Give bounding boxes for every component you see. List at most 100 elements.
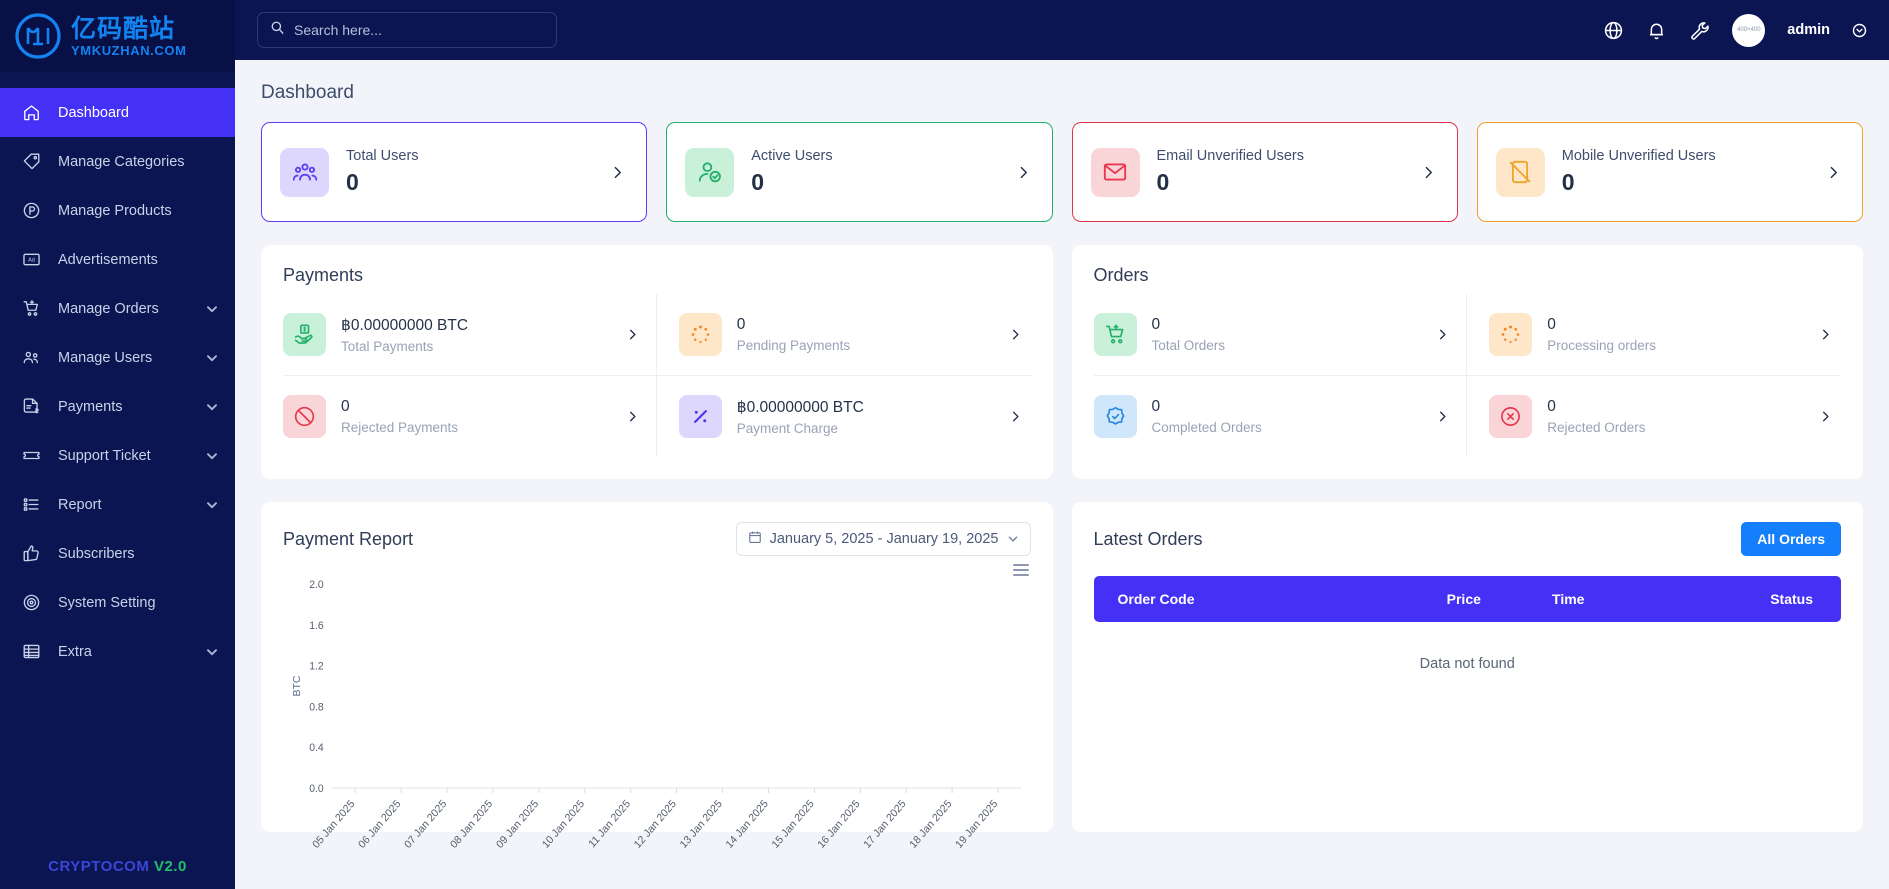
stat-card-total-users[interactable]: Total Users 0	[261, 122, 648, 222]
bell-icon[interactable]	[1646, 20, 1667, 41]
x-circle-icon	[1489, 395, 1533, 438]
sidebar-item-manage-orders[interactable]: Manage Orders	[0, 284, 235, 333]
brand-logo[interactable]: 亿码酷站 YMKUZHAN.COM	[0, 0, 235, 72]
chevron-right-icon[interactable]	[1435, 327, 1450, 342]
sidebar-item-extra[interactable]: Extra	[0, 627, 235, 676]
orders-cell-total-orders[interactable]: 0 Total Orders	[1093, 294, 1468, 376]
svg-text:08 Jan 2025: 08 Jan 2025	[448, 798, 495, 851]
svg-text:0.4: 0.4	[309, 742, 323, 754]
chevron-down-icon[interactable]	[205, 400, 219, 414]
orders-cell-rejected-orders[interactable]: 0 Rejected Orders	[1467, 376, 1841, 457]
latest-orders-title: Latest Orders	[1093, 528, 1203, 549]
sidebar-item-label: Report	[58, 496, 102, 513]
invoice-icon	[20, 396, 42, 418]
column-header: Price	[1410, 576, 1518, 622]
payments-cell-rejected-payments[interactable]: 0 Rejected Payments	[283, 376, 657, 457]
app-root: 亿码酷站 YMKUZHAN.COM Dashboard Manage Categ…	[0, 0, 1889, 889]
orders-cell-processing-orders[interactable]: 0 Processing orders	[1467, 294, 1841, 376]
svg-text:09 Jan 2025: 09 Jan 2025	[494, 798, 541, 851]
chevron-right-icon[interactable]	[1015, 164, 1032, 181]
chevron-right-icon[interactable]	[1818, 409, 1833, 424]
chevron-right-icon[interactable]	[1420, 164, 1437, 181]
chevron-down-icon[interactable]	[1852, 23, 1867, 38]
page-title: Dashboard	[261, 82, 354, 103]
orders-cell-completed-orders[interactable]: 0 Completed Orders	[1093, 376, 1468, 457]
stat-card-email-unverified-users[interactable]: Email Unverified Users 0	[1071, 122, 1458, 222]
chevron-down-icon[interactable]	[205, 351, 219, 365]
latest-orders-table: Order Code Price Time Status Data not found	[1093, 576, 1842, 706]
sidebar-item-system-setting[interactable]: System Setting	[0, 578, 235, 627]
cell-value: 0	[736, 316, 746, 333]
latest-orders-header: Latest Orders All Orders	[1093, 522, 1841, 556]
latest-orders-table-head: Order Code Price Time Status	[1093, 576, 1841, 622]
svg-text:1.2: 1.2	[309, 660, 323, 672]
search-box[interactable]	[257, 12, 557, 48]
sidebar-item-payments[interactable]: Payments	[0, 382, 235, 431]
sidebar-item-label: System Setting	[58, 594, 156, 611]
sidebar-item-label: Extra	[58, 643, 92, 660]
svg-text:19 Jan 2025: 19 Jan 2025	[953, 798, 1000, 851]
chevron-right-icon[interactable]	[625, 327, 640, 342]
chevron-down-icon[interactable]	[205, 449, 219, 463]
chevron-right-icon[interactable]	[1825, 164, 1842, 181]
empty-state-row: Data not found	[1094, 622, 1842, 706]
chevron-right-icon[interactable]	[1435, 409, 1450, 424]
gear-icon	[20, 592, 42, 614]
stat-cards: Total Users 0 Active Users 0 Email Unver…	[261, 122, 1863, 222]
chevron-right-icon[interactable]	[1818, 327, 1833, 342]
stat-label: Total Users	[346, 148, 419, 164]
sidebar-item-dashboard[interactable]: Dashboard	[0, 88, 235, 137]
payments-panel: Payments ฿0.00000000 BTC Total Payments …	[261, 245, 1053, 479]
orders-grid: 0 Total Orders 0 Processing orders 0 Com…	[1093, 294, 1841, 457]
sidebar-item-report[interactable]: Report	[0, 480, 235, 529]
stat-card-mobile-unverified-users[interactable]: Mobile Unverified Users 0	[1476, 122, 1863, 222]
cart-icon	[1093, 313, 1137, 356]
sidebar-item-subscribers[interactable]: Subscribers	[0, 529, 235, 578]
chevron-down-icon	[1007, 533, 1019, 545]
chevron-down-icon[interactable]	[205, 302, 219, 316]
svg-text:2.0: 2.0	[309, 579, 323, 591]
avatar[interactable]: 400×400	[1732, 13, 1766, 47]
globe-icon[interactable]	[1603, 20, 1624, 41]
orders-panel-title: Orders	[1093, 265, 1149, 285]
svg-text:13 Jan 2025: 13 Jan 2025	[678, 798, 725, 851]
cell-value: 0	[341, 398, 350, 415]
users-icon	[20, 347, 42, 369]
sidebar-item-manage-products[interactable]: Manage Products	[0, 186, 235, 235]
stat-label: Email Unverified Users	[1156, 148, 1304, 164]
sidebar-item-manage-categories[interactable]: Manage Categories	[0, 137, 235, 186]
chevron-down-icon[interactable]	[205, 498, 219, 512]
search-input[interactable]	[294, 22, 544, 38]
chevron-down-icon[interactable]	[205, 645, 219, 659]
latest-orders-card: Latest Orders All Orders Order Code Price…	[1071, 502, 1863, 832]
sidebar-item-manage-users[interactable]: Manage Users	[0, 333, 235, 382]
chevron-right-icon[interactable]	[625, 409, 640, 424]
home-icon	[20, 102, 42, 124]
sidebar-item-advertisements[interactable]: Ad Advertisements	[0, 235, 235, 284]
date-range-picker[interactable]: January 5, 2025 - January 19, 2025	[735, 522, 1031, 556]
stat-card-active-users[interactable]: Active Users 0	[666, 122, 1053, 222]
payments-cell-payment-charge[interactable]: ฿0.00000000 BTC Payment Charge	[657, 376, 1031, 457]
username-label: admin	[1787, 22, 1830, 38]
brand-name-cn: 亿码酷站	[71, 13, 176, 43]
users-group-icon	[280, 147, 329, 197]
chevron-right-icon[interactable]	[1008, 327, 1023, 342]
sidebar: 亿码酷站 YMKUZHAN.COM Dashboard Manage Categ…	[0, 0, 235, 889]
wrench-icon[interactable]	[1689, 20, 1710, 41]
summary-panels: Payments ฿0.00000000 BTC Total Payments …	[261, 245, 1863, 479]
search-icon	[270, 20, 285, 40]
sidebar-item-label: Manage Users	[58, 349, 153, 366]
chevron-right-icon[interactable]	[1008, 409, 1023, 424]
svg-text:11 Jan 2025: 11 Jan 2025	[586, 798, 632, 851]
payments-cell-pending-payments[interactable]: 0 Pending Payments	[656, 294, 1031, 376]
chevron-right-icon[interactable]	[609, 164, 626, 181]
column-header: Order Code	[1093, 576, 1411, 622]
sidebar-item-support-ticket[interactable]: Support Ticket	[0, 431, 235, 480]
sidebar-item-label: Support Ticket	[58, 447, 151, 464]
all-orders-button[interactable]: All Orders	[1741, 522, 1841, 556]
stat-label: Mobile Unverified Users	[1561, 148, 1716, 164]
payments-cell-total-payments[interactable]: ฿0.00000000 BTC Total Payments	[283, 294, 657, 376]
ban-icon	[283, 395, 326, 438]
empty-state-text: Data not found	[1419, 656, 1515, 672]
cart-icon	[20, 298, 42, 320]
